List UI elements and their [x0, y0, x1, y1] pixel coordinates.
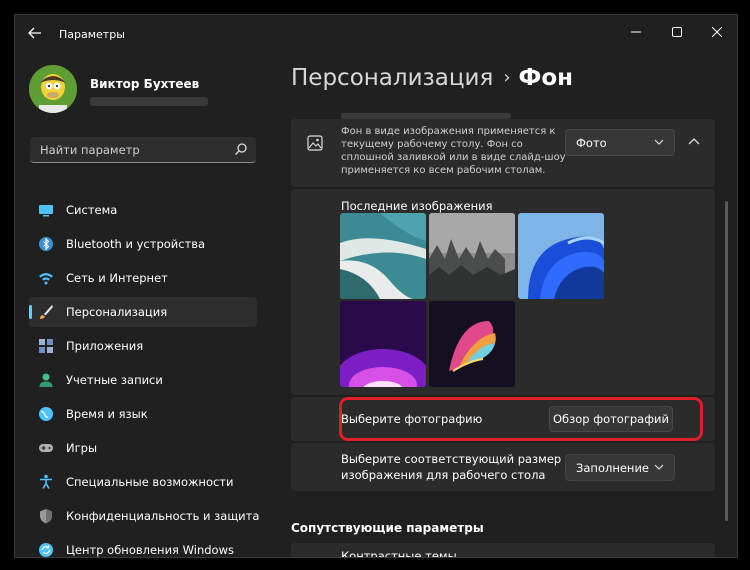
thumbnail-ribbon — [429, 301, 515, 387]
minimize-button[interactable] — [622, 21, 650, 43]
thumbnail-coast — [340, 213, 426, 299]
app-title: Параметры — [59, 28, 125, 41]
shield-icon — [40, 509, 52, 524]
background-description: Фон в виде изображения применяется к тек… — [341, 125, 566, 177]
gamepad-icon — [39, 444, 53, 452]
search-input[interactable]: Найти параметр — [30, 137, 256, 163]
brush-icon — [40, 305, 53, 319]
sidebar-item-bluetooth[interactable]: Bluetooth и устройства — [29, 229, 257, 259]
sidebar-item-privacy[interactable]: Конфиденциальность и защита — [29, 501, 260, 531]
sidebar-item-label: Учетные записи — [66, 373, 163, 387]
globe-icon — [39, 407, 53, 421]
sidebar-item-time-language[interactable]: Время и язык — [29, 399, 257, 429]
sidebar: Виктор Бухтеев Найти параметр Система Bl… — [15, 51, 275, 557]
apps-icon — [39, 339, 53, 353]
account-icon — [39, 373, 53, 387]
fit-label-line: изображения для рабочего стола — [341, 468, 546, 482]
bluetooth-icon — [39, 237, 53, 251]
sidebar-nav: Система Bluetooth и устройства Сеть и Ин… — [29, 195, 260, 557]
sidebar-item-label: Bluetooth и устройства — [66, 237, 206, 251]
sidebar-item-personalization[interactable]: Персонализация — [29, 297, 257, 327]
contrast-icon — [307, 557, 323, 558]
sidebar-item-label: Центр обновления Windows — [66, 543, 234, 557]
recent-images-title: Последние изображения — [341, 199, 493, 213]
sidebar-item-label: Персонализация — [66, 305, 168, 319]
system-icon — [39, 205, 53, 217]
related-item-label: Контрастные темы — [341, 549, 457, 558]
scrollbar[interactable] — [725, 201, 728, 521]
description-line: текущему рабочему столу. Фон со — [341, 139, 523, 150]
search-icon — [235, 143, 247, 155]
chevron-down-icon — [654, 464, 664, 470]
recent-image-3[interactable] — [518, 213, 604, 299]
user-email-redacted — [90, 97, 208, 106]
maximize-button[interactable] — [663, 21, 691, 43]
description-line: Фон в виде изображения применяется к — [341, 126, 556, 137]
search-placeholder: Найти параметр — [40, 143, 140, 157]
page-title: Фон — [518, 65, 574, 91]
sidebar-item-label: Игры — [66, 441, 98, 455]
breadcrumb-separator: › — [503, 67, 511, 88]
recent-image-4[interactable] — [340, 301, 426, 387]
sidebar-item-windows-update[interactable]: Центр обновления Windows — [29, 535, 257, 557]
sidebar-item-label: Система — [66, 203, 118, 217]
sidebar-item-label: Конфиденциальность и защита — [66, 509, 260, 523]
avatar[interactable] — [29, 65, 77, 113]
sidebar-item-label: Приложения — [66, 339, 144, 353]
sidebar-item-apps[interactable]: Приложения — [29, 331, 257, 361]
breadcrumb: Персонализация › Фон — [291, 65, 573, 91]
fit-label-line: Выберите соответствующий размер — [341, 452, 562, 466]
sidebar-item-label: Специальные возможности — [66, 475, 234, 489]
main-content: Персонализация › Фон Фон в виде изображени… — [275, 51, 737, 557]
avatar-image — [29, 65, 77, 113]
recent-image-2[interactable] — [429, 213, 515, 299]
description-line: сплошной заливкой или в виде слайд-шоу — [341, 152, 566, 163]
close-button[interactable] — [703, 21, 731, 43]
update-icon — [39, 543, 53, 557]
recent-images-card: Последние изображения — [291, 189, 715, 395]
sidebar-item-label: Сеть и Интернет — [66, 271, 168, 285]
thumbnail-glow — [340, 301, 426, 387]
fit-dropdown[interactable]: Заполнение — [565, 454, 675, 481]
arrow-left-icon — [28, 27, 41, 39]
fit-label: Выберите соответствующий размер изображе… — [341, 451, 561, 483]
related-settings-title: Сопутствующие параметры — [291, 521, 484, 535]
user-name: Виктор Бухтеев — [90, 77, 200, 91]
fit-row: Выберите соответствующий размер изображе… — [291, 443, 715, 491]
description-line: применяется ко всем рабочим столам. — [341, 165, 546, 176]
network-icon — [39, 273, 53, 285]
highlight-frame — [339, 397, 703, 441]
sidebar-item-label: Время и язык — [66, 407, 148, 421]
settings-window: Параметры Виктор Бухтеев Найти параметр … — [14, 14, 738, 558]
thumbnail-forest — [429, 213, 515, 299]
minimize-icon — [631, 31, 641, 33]
sidebar-item-system[interactable]: Система — [29, 195, 257, 225]
accessibility-icon — [40, 474, 52, 489]
background-type-dropdown[interactable]: Фото — [565, 129, 675, 156]
dropdown-value: Заполнение — [576, 461, 649, 475]
thumbnail-bloom — [518, 213, 604, 299]
chevron-down-icon — [654, 139, 664, 145]
dropdown-value: Фото — [576, 136, 607, 150]
clipped-heading — [341, 113, 511, 119]
maximize-icon — [672, 27, 682, 37]
title-bar: Параметры — [15, 15, 737, 51]
close-icon — [712, 27, 722, 37]
back-button[interactable] — [25, 23, 45, 43]
sidebar-item-accounts[interactable]: Учетные записи — [29, 365, 257, 395]
sidebar-item-network[interactable]: Сеть и Интернет — [29, 263, 257, 293]
breadcrumb-parent[interactable]: Персонализация — [291, 65, 493, 91]
image-icon — [307, 135, 323, 151]
sidebar-item-gaming[interactable]: Игры — [29, 433, 257, 463]
background-type-card: Фон в виде изображения применяется к тек… — [291, 113, 715, 187]
related-item-contrast[interactable]: Контрастные темы — [291, 543, 715, 558]
recent-image-5[interactable] — [429, 301, 515, 387]
sidebar-item-accessibility[interactable]: Специальные возможности — [29, 467, 257, 497]
chevron-up-icon[interactable] — [688, 137, 700, 147]
recent-image-1[interactable] — [340, 213, 426, 299]
